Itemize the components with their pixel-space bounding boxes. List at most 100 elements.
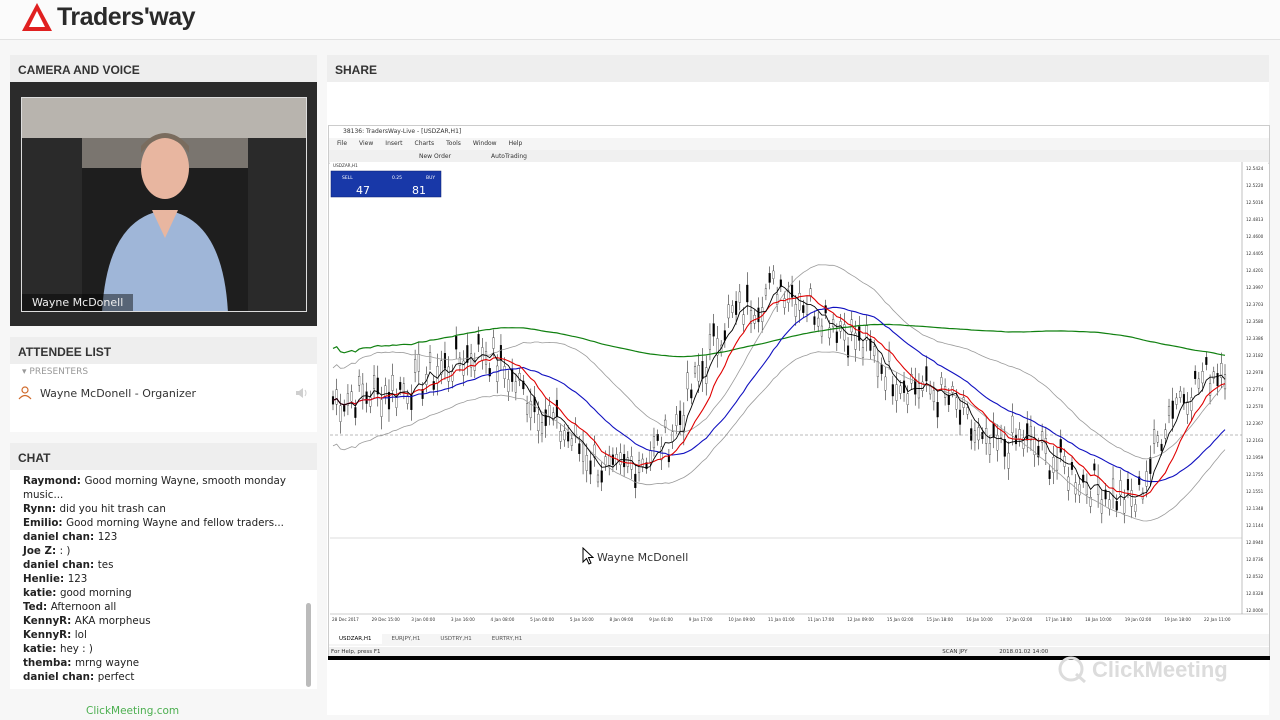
chat-scrollbar[interactable] <box>306 603 311 687</box>
candle-body <box>402 383 405 393</box>
price-tick-label: 12.2163 <box>1246 438 1264 443</box>
remote-cursor-name: Wayne McDonell <box>597 551 689 564</box>
candle-body <box>1171 400 1174 419</box>
mt-menu-item[interactable]: Help <box>509 140 523 147</box>
candle-body <box>1153 429 1156 444</box>
chat-message: katie: good morning <box>23 586 305 600</box>
chat-message: Henlie: 123 <box>23 572 305 586</box>
candle-body <box>1201 371 1204 384</box>
chart-tab[interactable]: EURJPY,H1 <box>382 634 431 644</box>
candle-body <box>679 410 682 426</box>
price-tick-label: 12.0736 <box>1246 557 1264 562</box>
price-tick-label: 12.1959 <box>1246 455 1264 460</box>
candle-body <box>1179 390 1182 398</box>
candle-body <box>585 455 588 471</box>
presenters-group[interactable]: ▾ PRESENTERS <box>10 367 317 379</box>
time-tick-label: 12 Jan 09:00 <box>847 617 874 622</box>
mt-toolbar-button[interactable]: AutoTrading <box>491 153 527 160</box>
time-tick-label: 3 Jan 00:00 <box>411 617 435 622</box>
chart-symbol-label: USDZAR,H1 <box>333 163 358 168</box>
mt-menu-item[interactable]: Charts <box>415 140 435 147</box>
chat-author: katie: <box>23 643 60 655</box>
chat-message: daniel chan: tes <box>23 558 305 572</box>
candle-body <box>899 385 902 394</box>
attendee-panel: ATTENDEE LIST ▾ PRESENTERS Wayne McDonel… <box>10 337 317 432</box>
candle-body <box>731 305 734 313</box>
candle-body <box>757 307 760 323</box>
chart-tab[interactable]: USDTRY,H1 <box>430 634 481 644</box>
chat-text: Good morning Wayne and fellow traders... <box>66 517 284 529</box>
time-tick-label: 28 Dec 2017 <box>332 617 359 622</box>
candle-body <box>537 413 540 432</box>
candle-body <box>373 375 376 389</box>
time-tick-label: 3 Jan 16:00 <box>451 617 475 622</box>
candle-body <box>399 382 402 390</box>
mt-menu-item[interactable]: View <box>359 140 373 147</box>
candle-body <box>1205 357 1208 365</box>
chat-message: daniel chan: perfect <box>23 670 305 684</box>
candle-body <box>1182 394 1185 404</box>
chat-message: Rynn: did you hit trash can <box>23 502 305 516</box>
clickmeeting-link[interactable]: ClickMeeting.com <box>86 705 179 717</box>
candle-body <box>746 284 749 303</box>
price-tick-label: 12.2978 <box>1246 370 1264 375</box>
mouse-cursor-icon <box>582 547 594 565</box>
mt-menu-item[interactable]: Tools <box>446 140 461 147</box>
chat-text: perfect <box>97 671 135 683</box>
candle-body <box>481 347 484 361</box>
chart-tab[interactable]: EURTRY,H1 <box>482 634 533 644</box>
candle-body <box>1003 439 1006 457</box>
status-datetime: 2018.01.02 14:00 <box>999 649 1049 655</box>
time-tick-label: 19 Jan 02:00 <box>1125 617 1152 622</box>
candle-body <box>1145 471 1148 487</box>
candle-body <box>798 292 801 311</box>
candle-body <box>981 432 984 440</box>
attendee-row-organizer[interactable]: Wayne McDonell - Organizer <box>10 385 317 405</box>
candle-body <box>1078 484 1081 496</box>
candle-body <box>805 303 809 315</box>
candle-body <box>1167 405 1171 416</box>
candle-body <box>1018 429 1021 440</box>
mt-menu-item[interactable]: Insert <box>385 140 402 147</box>
buy-label: BUY <box>426 175 435 181</box>
candle-body <box>1149 457 1152 474</box>
candle-body <box>570 438 573 446</box>
chat-text: hey : ) <box>59 643 93 655</box>
chart-tab[interactable]: USDZAR,H1 <box>329 634 382 644</box>
presenter-name-label: Wayne McDonell <box>22 294 134 311</box>
candle-body <box>432 381 435 390</box>
candle-body <box>436 366 439 384</box>
candle-body <box>1067 476 1070 491</box>
candle-body <box>1160 443 1163 451</box>
candle-body <box>1052 457 1055 473</box>
brand-logo: Traders'way <box>20 1 196 33</box>
candle-body <box>697 365 700 382</box>
price-tick-label: 12.0532 <box>1246 574 1264 579</box>
traders-way-logo-icon <box>22 3 52 31</box>
clickmeeting-watermark: ClickMeeting <box>1058 656 1228 684</box>
candle-body <box>940 377 943 385</box>
candle-body <box>350 391 353 402</box>
presenter-video[interactable]: Wayne McDonell <box>21 97 307 312</box>
mt-toolbar-button[interactable]: New Order <box>419 153 451 160</box>
time-tick-label: 17 Jan 02:00 <box>1006 617 1033 622</box>
time-tick-label: 11 Jan 01:00 <box>768 617 795 622</box>
candle-body <box>992 423 995 438</box>
candle-body <box>917 383 921 399</box>
presenters-label: PRESENTERS <box>29 367 89 377</box>
price-tick-label: 12.3997 <box>1246 285 1264 290</box>
chat-text: AKA morpheus <box>74 615 151 627</box>
candle-body <box>1134 504 1137 512</box>
mt-menu-item[interactable]: Window <box>473 140 497 147</box>
chat-message: katie: hey : ) <box>23 642 305 656</box>
candle-body <box>496 365 499 382</box>
speaker-icon[interactable] <box>293 385 309 401</box>
candle-body <box>369 397 372 407</box>
time-tick-label: 17 Jan 18:00 <box>1045 617 1072 622</box>
candle-body <box>1011 415 1014 434</box>
price-chart[interactable]: 12.5424 12.5220 12.5016 12.4813 12.4600 12.44… <box>330 162 1268 628</box>
time-tick-label: 16 Jan 10:00 <box>966 617 993 622</box>
mt-menu-item[interactable]: File <box>337 140 347 147</box>
candle-body <box>559 431 562 442</box>
candle-body <box>891 384 894 397</box>
